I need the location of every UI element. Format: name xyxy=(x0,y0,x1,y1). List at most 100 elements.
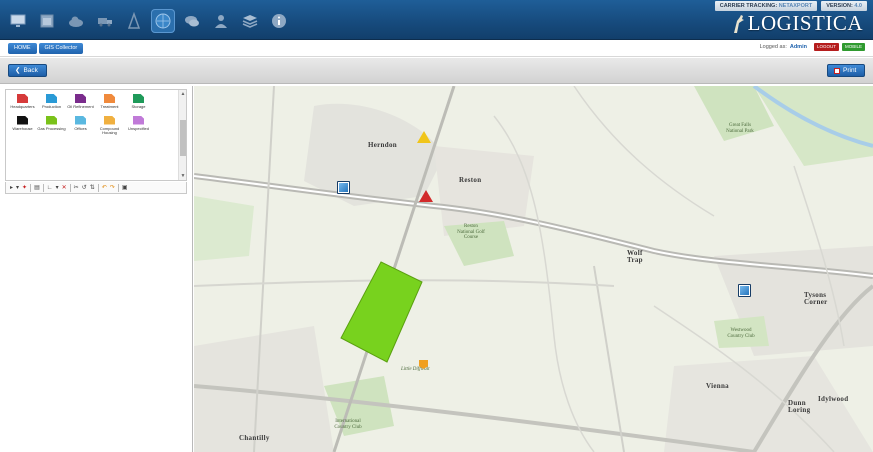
toolbar-divider xyxy=(117,183,119,192)
dropdown-icon[interactable]: ▾ xyxy=(56,183,59,193)
undo-icon[interactable]: ↶ xyxy=(102,183,107,193)
toolbar-divider xyxy=(97,183,99,192)
chat-icon[interactable] xyxy=(180,9,204,33)
header-meta: CARRIER TRACKING: NETAXPORT VERSION: 4.0 xyxy=(714,1,867,11)
monitor-icon[interactable] xyxy=(6,9,30,33)
breadcrumb-home[interactable]: HOME xyxy=(8,43,37,54)
clear-selection-icon[interactable]: ✦ xyxy=(22,183,27,193)
user-icon[interactable] xyxy=(209,9,233,33)
palette-item-label: Oil Refinement xyxy=(67,104,94,109)
cloud-icon[interactable] xyxy=(64,9,88,33)
production-site-marker[interactable] xyxy=(738,284,751,297)
sub-bar: HOME GIS Collector Logged as: Admin LOGO… xyxy=(0,40,873,57)
edit-vertices-icon[interactable]: ∟ xyxy=(47,183,53,193)
palette-item[interactable]: Storage xyxy=(124,94,153,110)
map-label-reston: Reston xyxy=(459,176,482,184)
palette-item-label: Compound Housing xyxy=(99,125,120,135)
editing-toolbar: ▸ ▾ ✦ ▤ ∟ ▾ ✕ ✂ ↺ ⇅ ↶ ↷ ▣ xyxy=(5,182,187,194)
feature-palette: Headquarters Production Oil Refinement Trea… xyxy=(5,89,187,181)
palette-item-label: Gas Processing xyxy=(37,125,66,131)
feature-swatch-icon xyxy=(133,94,144,103)
attributes-icon[interactable]: ▤ xyxy=(34,183,40,193)
map-label-tysons: Tysons Corner xyxy=(804,291,828,306)
palette-grid: Headquarters Production Oil Refinement Trea… xyxy=(8,94,178,136)
palette-item-label: Unspecified xyxy=(128,125,149,131)
map-label-great-falls: Great Falls National Park xyxy=(726,123,754,134)
scroll-up-icon[interactable]: ▲ xyxy=(180,91,186,97)
map-label-vienna: Vienna xyxy=(706,382,729,390)
logout-button[interactable]: LOGOUT xyxy=(813,43,839,51)
palette-item[interactable]: Gas Processing xyxy=(37,115,66,136)
select-arrow-icon[interactable]: ▸ xyxy=(10,183,13,193)
palette-item[interactable]: Warehouse xyxy=(8,115,37,136)
palette-item[interactable]: Unspecified xyxy=(124,115,153,136)
palette-item[interactable]: Treatment xyxy=(95,94,124,110)
dropdown-icon[interactable]: ▾ xyxy=(16,183,19,193)
back-arrow-icon: ❮ xyxy=(15,67,21,74)
palette-item-label: Treatment xyxy=(100,104,119,109)
feature-swatch-icon xyxy=(17,115,28,125)
printer-icon xyxy=(834,67,840,74)
map-label-herndon: Herndon xyxy=(368,141,397,149)
save-icon[interactable]: ▣ xyxy=(122,183,128,193)
map-label-dunn-loring: Dunn Loring xyxy=(788,399,811,414)
logged-as-label: Logged as: xyxy=(759,44,787,50)
layers-icon[interactable] xyxy=(238,9,262,33)
palette-item[interactable]: Production xyxy=(37,94,66,110)
logged-user[interactable]: Admin xyxy=(790,44,807,50)
palette-item[interactable]: Headquarters xyxy=(8,94,37,110)
delete-icon[interactable]: ✕ xyxy=(62,183,67,193)
palette-item[interactable]: Oil Refinement xyxy=(66,94,95,110)
warning-marker-icon[interactable] xyxy=(417,131,431,143)
info-icon[interactable] xyxy=(267,9,291,33)
logo-text: LOGISTICA xyxy=(747,11,863,35)
production-site-marker[interactable] xyxy=(337,181,350,194)
gis-left-panel: Headquarters Production Oil Refinement Trea… xyxy=(0,86,193,452)
map-label-wolf-trap: Wolf Trap xyxy=(627,249,643,264)
merge-icon[interactable]: ⇅ xyxy=(90,183,95,193)
top-header: CARRIER TRACKING: NETAXPORT VERSION: 4.0… xyxy=(0,0,873,40)
redo-icon[interactable]: ↷ xyxy=(110,183,115,193)
map-label-chantilly: Chantilly xyxy=(239,434,270,442)
palette-item-label: Offices xyxy=(74,125,87,131)
palette-item-label: Headquarters xyxy=(10,104,35,109)
truck-icon[interactable] xyxy=(93,9,117,33)
palette-item[interactable]: Offices xyxy=(66,115,95,136)
palette-item[interactable]: Compound Housing xyxy=(95,115,124,136)
back-button[interactable]: ❮ Back xyxy=(8,64,47,77)
breadcrumb-gis-collector[interactable]: GIS Collector xyxy=(38,43,84,54)
cut-icon[interactable]: ✂ xyxy=(74,183,79,193)
mobile-button[interactable]: MOBILE xyxy=(841,43,865,51)
palette-item-label: Storage xyxy=(131,104,146,109)
calendar-icon[interactable] xyxy=(35,9,59,33)
map-label-reston-golf: Reston National Golf Course xyxy=(457,224,485,240)
palette-scrollbar[interactable]: ▲ ▼ xyxy=(178,90,186,180)
tower-icon[interactable] xyxy=(122,9,146,33)
breadcrumb: HOME GIS Collector xyxy=(8,43,84,54)
feature-swatch-icon xyxy=(104,94,115,103)
print-button[interactable]: Print xyxy=(827,64,865,77)
print-label: Print xyxy=(843,67,857,74)
feature-swatch-icon xyxy=(46,115,57,125)
reshape-icon[interactable]: ↺ xyxy=(82,183,87,193)
back-label: Back xyxy=(23,67,38,74)
feature-swatch-icon xyxy=(133,115,144,125)
main-toolbar xyxy=(6,9,291,33)
toolbar-divider xyxy=(30,183,32,192)
carrier-tracking-badge: CARRIER TRACKING: NETAXPORT xyxy=(714,1,818,11)
toolbar-divider xyxy=(69,183,71,192)
logo: LOGISTICA xyxy=(726,11,863,36)
gis-map[interactable]: Herndon Reston Wolf Trap Tysons Corner V… xyxy=(194,86,873,452)
map-label-intl-cc: International Country Club xyxy=(334,419,362,430)
map-label-westwood: Westwood Country Club xyxy=(727,328,755,339)
map-label-idylwood: Idylwood xyxy=(818,395,849,403)
scroll-down-icon[interactable]: ▼ xyxy=(180,173,186,179)
action-bar xyxy=(0,58,873,84)
scroll-thumb[interactable] xyxy=(180,120,186,156)
hazard-marker-icon[interactable] xyxy=(419,190,433,202)
globe-icon[interactable] xyxy=(151,9,175,33)
logo-figure-icon xyxy=(733,14,744,33)
basemap xyxy=(194,86,873,452)
feature-swatch-icon xyxy=(17,94,28,103)
login-info: Logged as: Admin LOGOUT MOBILE xyxy=(760,43,865,51)
